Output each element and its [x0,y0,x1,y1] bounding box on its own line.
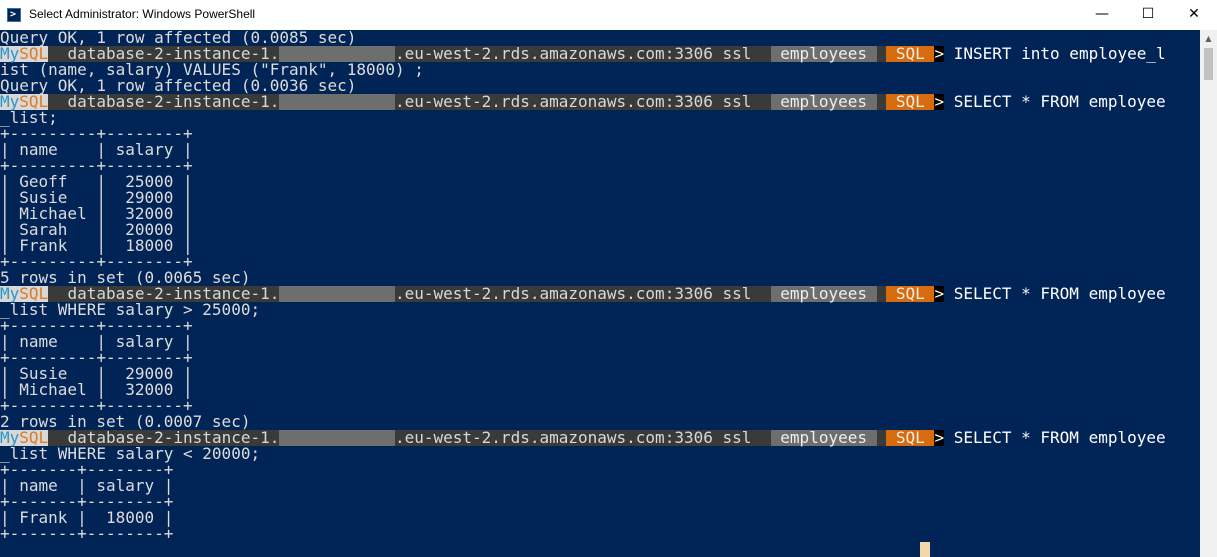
prompt-arrow: > [934,428,945,447]
prompt-host-prefix: database-2-instance-1. [57,92,280,111]
title-bar[interactable]: > Select Administrator: Windows PowerShe… [0,0,1217,30]
prompt-database: employees [770,44,877,63]
prompt-database: employees [770,92,877,111]
prompt-mode: SQL [886,428,935,447]
prompt-separator [876,94,887,110]
mysql-prompt-line: MySQL database-2-instance-1. .eu-west-2.… [0,94,1166,110]
close-button[interactable]: ✕ [1171,0,1217,30]
console-output[interactable]: Query OK, 1 row affected (0.0085 sec) My… [0,30,1200,557]
command-text: INSERT into employee_l [944,44,1166,63]
prompt-mode: SQL [886,44,935,63]
scrollbar-thumb[interactable] [1204,48,1213,80]
prompt-host-suffix: .eu-west-2.rds.amazonaws.com:3306 ssl [394,428,762,447]
prompt-mode: SQL [886,92,935,111]
prompt-separator [876,46,887,62]
powershell-window: > Select Administrator: Windows PowerShe… [0,0,1217,557]
prompt-arrow: > [934,92,945,111]
scroll-up-arrow-icon[interactable]: ▲ [1200,30,1217,47]
prompt-arrow: > [934,284,945,303]
prompt-arrow: > [934,44,945,63]
prompt-host-suffix: .eu-west-2.rds.amazonaws.com:3306 ssl [394,284,762,303]
powershell-icon[interactable]: > [7,8,21,22]
command-text: SELECT * FROM employee [944,428,1166,447]
prompt-host-redacted [279,94,395,110]
prompt-host-suffix: .eu-west-2.rds.amazonaws.com:3306 ssl [394,92,762,111]
minimize-button[interactable]: — [1079,0,1125,30]
prompt-database: employees [770,284,877,303]
command-text: SELECT * FROM employee [944,92,1166,111]
prompt-separator [761,46,771,62]
prompt-separator [761,286,771,302]
prompt-separator [876,286,887,302]
vertical-scrollbar[interactable]: ▲ [1200,30,1217,557]
powershell-icon-glyph: > [10,9,17,20]
maximize-button[interactable]: ☐ [1125,0,1171,30]
prompt-host-redacted [279,430,395,446]
prompt-mode: SQL [886,284,935,303]
prompt-host-suffix: .eu-west-2.rds.amazonaws.com:3306 ssl [394,44,762,63]
prompt-separator [876,430,887,446]
window-title: Select Administrator: Windows PowerShell [29,7,256,21]
text-cursor [920,542,930,557]
prompt-host-redacted [279,286,395,302]
prompt-separator [761,94,771,110]
prompt-database: employees [770,428,877,447]
prompt-separator [761,430,771,446]
command-text: SELECT * FROM employee [944,284,1166,303]
table-border: +-------+--------+ [0,524,174,543]
